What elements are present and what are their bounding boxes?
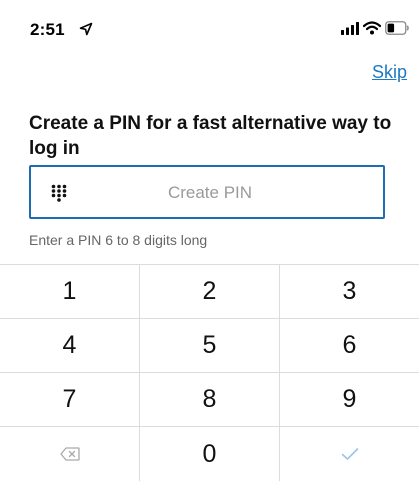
backspace-key[interactable] [0,427,140,481]
status-time: 2:51 [30,20,65,39]
key-6[interactable]: 6 [280,319,419,372]
key-3[interactable]: 3 [280,265,419,318]
pin-field[interactable] [29,165,385,219]
numeric-keypad: 1 2 3 4 5 6 7 8 9 0 [0,264,419,481]
pin-input[interactable] [83,167,337,219]
cellular-signal-icon [341,22,359,35]
status-bar: 2:51 [0,0,419,56]
checkmark-icon [341,447,359,461]
pin-hint: Enter a PIN 6 to 8 digits long [29,232,208,248]
location-arrow-icon [79,22,93,36]
key-5[interactable]: 5 [140,319,280,372]
key-8[interactable]: 8 [140,373,280,426]
skip-link[interactable]: Skip [372,62,407,83]
wifi-icon [362,21,382,35]
keypad-row: 4 5 6 [0,319,419,373]
key-9[interactable]: 9 [280,373,419,426]
key-7[interactable]: 7 [0,373,140,426]
keypad-row: 0 [0,427,419,481]
key-0[interactable]: 0 [140,427,280,481]
page-title: Create a PIN for a fast alternative way … [29,113,392,159]
key-1[interactable]: 1 [0,265,140,318]
battery-icon [385,21,409,35]
backspace-icon [59,447,80,461]
key-4[interactable]: 4 [0,319,140,372]
keypad-icon [51,184,67,202]
keypad-row: 1 2 3 [0,265,419,319]
keypad-row: 7 8 9 [0,373,419,427]
confirm-key[interactable] [280,427,419,481]
key-2[interactable]: 2 [140,265,280,318]
